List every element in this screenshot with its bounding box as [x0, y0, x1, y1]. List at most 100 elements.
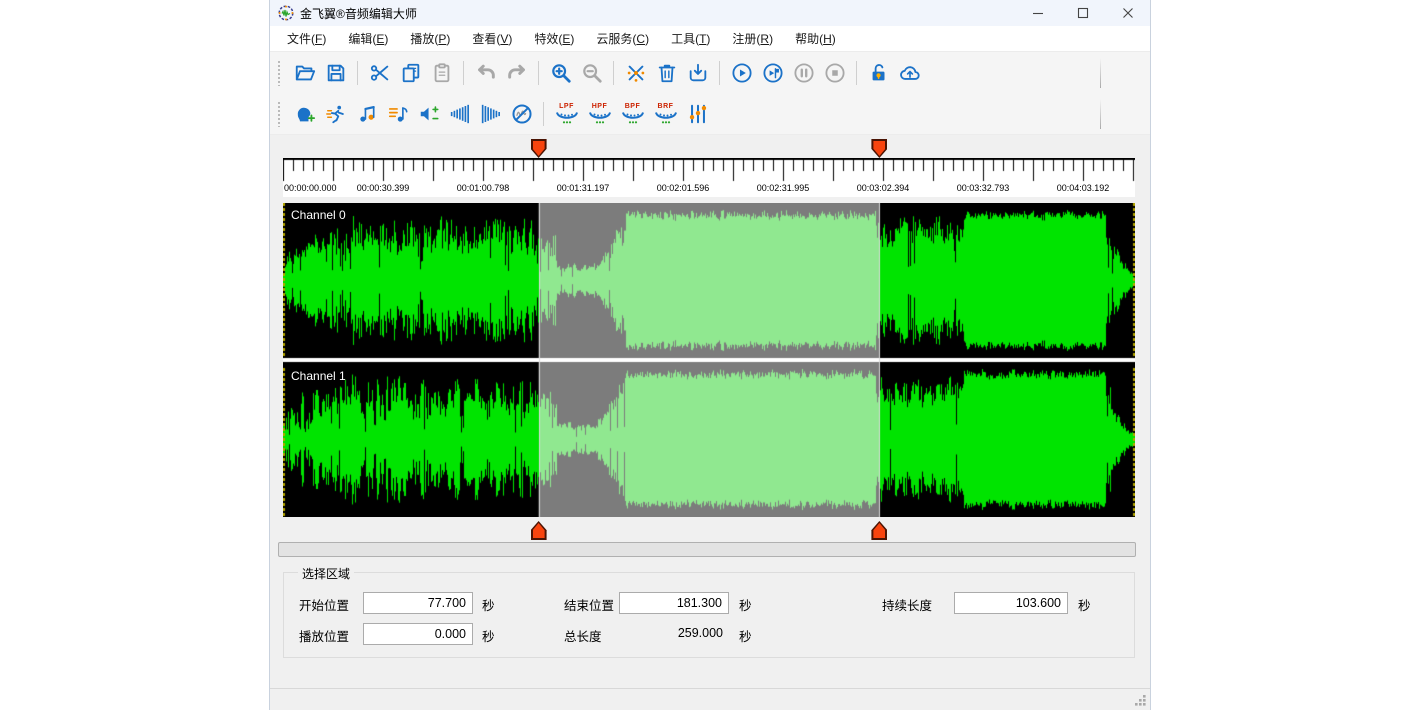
paste-icon [431, 62, 453, 84]
zoom-out-icon [581, 62, 603, 84]
menu-item-edit[interactable]: 编辑(E) [337, 27, 399, 50]
menu-item-effects[interactable]: 特效(E) [523, 27, 585, 50]
menu-item-tools[interactable]: 工具(T) [660, 27, 721, 50]
selection-panel: 选择区域 开始位置 秒 结束位置 秒 持续长度 秒 播放位置 秒 总长度 259… [283, 572, 1135, 658]
menu-item-file[interactable]: 文件(F) [276, 27, 337, 50]
total-length-unit: 秒 [739, 626, 752, 645]
menu-item-register[interactable]: 注册(R) [721, 27, 784, 50]
selection-start-marker-bottom[interactable] [531, 521, 547, 540]
ruler-time-label: 00:04:03.192 [1057, 183, 1110, 193]
fade-in-icon [449, 103, 471, 125]
horizontal-scrollbar[interactable] [278, 542, 1136, 557]
ruler-time-label: 00:03:32.793 [957, 183, 1010, 193]
pitch-button[interactable] [352, 99, 381, 129]
paste-button[interactable] [427, 58, 456, 88]
volume-icon [418, 103, 440, 125]
open-button[interactable] [290, 58, 319, 88]
zoom-in-button[interactable] [546, 58, 575, 88]
delete-icon [656, 62, 678, 84]
mix-button[interactable] [621, 58, 650, 88]
high-pass-filter-button[interactable]: HPF [584, 98, 615, 130]
play-selection-icon [762, 62, 784, 84]
bpf-label: BPF [625, 103, 641, 111]
screen: 金飞翼®音频编辑大师 文件(F)编辑(E)播放(P)查看(V)特效(E)云服务(… [0, 0, 1420, 710]
toolbar-endcap [1100, 58, 1101, 88]
lock-button[interactable] [864, 58, 893, 88]
close-icon [1122, 7, 1134, 19]
zoom-out-button[interactable] [577, 58, 606, 88]
ruler-time-label: 00:00:00.000 [284, 183, 337, 193]
toolbar-effects: LPF HPF BPF BRF [270, 93, 1150, 135]
equalizer-button[interactable] [683, 99, 712, 129]
start-position-input[interactable] [363, 592, 473, 614]
pitch-icon [356, 103, 378, 125]
duration-unit: 秒 [1078, 595, 1091, 614]
total-length-label: 总长度 [564, 626, 602, 645]
total-length-value: 259.000 [619, 626, 723, 640]
toolbar-drag-handle[interactable] [277, 101, 282, 127]
play-button[interactable] [727, 58, 756, 88]
band-reject-filter-button[interactable]: BRF [650, 98, 681, 130]
play-selection-button[interactable] [758, 58, 787, 88]
selection-start-marker-top[interactable] [531, 139, 547, 158]
play-position-input[interactable] [363, 623, 473, 645]
selection-end-marker-top[interactable] [871, 139, 887, 158]
end-position-label: 结束位置 [564, 595, 614, 614]
stop-button[interactable] [820, 58, 849, 88]
low-pass-filter-button[interactable]: LPF [551, 98, 582, 130]
menu-item-play[interactable]: 播放(P) [399, 27, 461, 50]
toolbar-separator [538, 61, 539, 85]
maximize-icon [1077, 7, 1089, 19]
extract-selection-button[interactable] [683, 58, 712, 88]
duration-input[interactable] [954, 592, 1068, 614]
selection-start-marker-fill [533, 523, 545, 538]
window-controls [1015, 0, 1150, 26]
fade-out-button[interactable] [476, 99, 505, 129]
close-button[interactable] [1105, 0, 1150, 26]
time-ruler[interactable]: 00:00:00.00000:00:30.39900:01:00.79800:0… [283, 158, 1135, 197]
menu-item-cloud-service[interactable]: 云服务(C) [585, 27, 660, 50]
band-reject-filter-icon [654, 111, 678, 124]
waveform-canvas[interactable] [283, 203, 1135, 517]
rate-icon [387, 103, 409, 125]
rate-button[interactable] [383, 99, 412, 129]
pause-button[interactable] [789, 58, 818, 88]
status-bar [270, 688, 1150, 710]
minimize-button[interactable] [1015, 0, 1060, 26]
end-position-unit: 秒 [739, 595, 752, 614]
text-to-speech-icon [294, 103, 316, 125]
undo-button[interactable] [471, 58, 500, 88]
text-to-speech-button[interactable] [290, 99, 319, 129]
resize-grip-icon[interactable] [1134, 694, 1147, 707]
lpf-label: LPF [559, 103, 574, 111]
menu-bar: 文件(F)编辑(E)播放(P)查看(V)特效(E)云服务(C)工具(T)注册(R… [270, 26, 1150, 52]
equalizer-icon [687, 103, 709, 125]
menu-item-view[interactable]: 查看(V) [461, 27, 523, 50]
toolbar-main [270, 52, 1150, 94]
play-icon [731, 62, 753, 84]
save-button[interactable] [321, 58, 350, 88]
maximize-button[interactable] [1060, 0, 1105, 26]
cut-button[interactable] [365, 58, 394, 88]
redo-button[interactable] [502, 58, 531, 88]
save-icon [325, 62, 347, 84]
band-pass-filter-button[interactable]: BPF [617, 98, 648, 130]
fade-in-button[interactable] [445, 99, 474, 129]
time-ruler-labels: 00:00:00.00000:00:30.39900:01:00.79800:0… [283, 158, 1135, 197]
volume-button[interactable] [414, 99, 443, 129]
tempo-button[interactable] [321, 99, 350, 129]
cloud-upload-button[interactable] [895, 58, 924, 88]
selection-end-marker-bottom[interactable] [871, 521, 887, 540]
delete-button[interactable] [652, 58, 681, 88]
toolbar-drag-handle[interactable] [277, 60, 282, 86]
noise-reduction-button[interactable] [507, 99, 536, 129]
toolbar-separator [463, 61, 464, 85]
end-position-input[interactable] [619, 592, 729, 614]
toolbar-separator [357, 61, 358, 85]
duration-label: 持续长度 [882, 595, 932, 614]
pause-icon [793, 62, 815, 84]
menu-item-help[interactable]: 帮助(H) [784, 27, 847, 50]
waveform-view[interactable]: Channel 0 Channel 1 [283, 203, 1135, 517]
copy-button[interactable] [396, 58, 425, 88]
selection-start-marker-fill [533, 141, 545, 156]
